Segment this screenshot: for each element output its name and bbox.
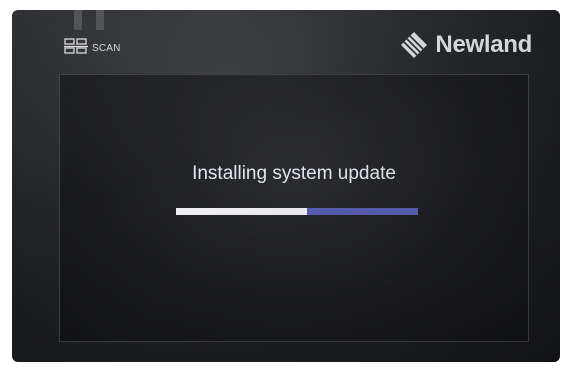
scan-label: SCAN bbox=[92, 42, 121, 54]
pos-terminal-device: SCAN Newland Installing system update bbox=[12, 10, 560, 362]
update-progress-bar bbox=[176, 208, 418, 215]
scanner-window-left bbox=[74, 10, 82, 30]
device-screen: Installing system update bbox=[59, 74, 529, 342]
brand-name: Newland bbox=[435, 31, 532, 58]
photo-background: SCAN Newland Installing system update bbox=[0, 0, 572, 370]
scan-indicator: SCAN bbox=[64, 38, 121, 54]
brand: Newland bbox=[399, 30, 532, 60]
barcode-scan-icon bbox=[64, 38, 88, 54]
scanner-window-right bbox=[96, 10, 104, 30]
update-progress-fill bbox=[176, 208, 307, 215]
newland-diamond-logo-icon bbox=[401, 32, 428, 58]
update-status-title: Installing system update bbox=[192, 163, 396, 184]
